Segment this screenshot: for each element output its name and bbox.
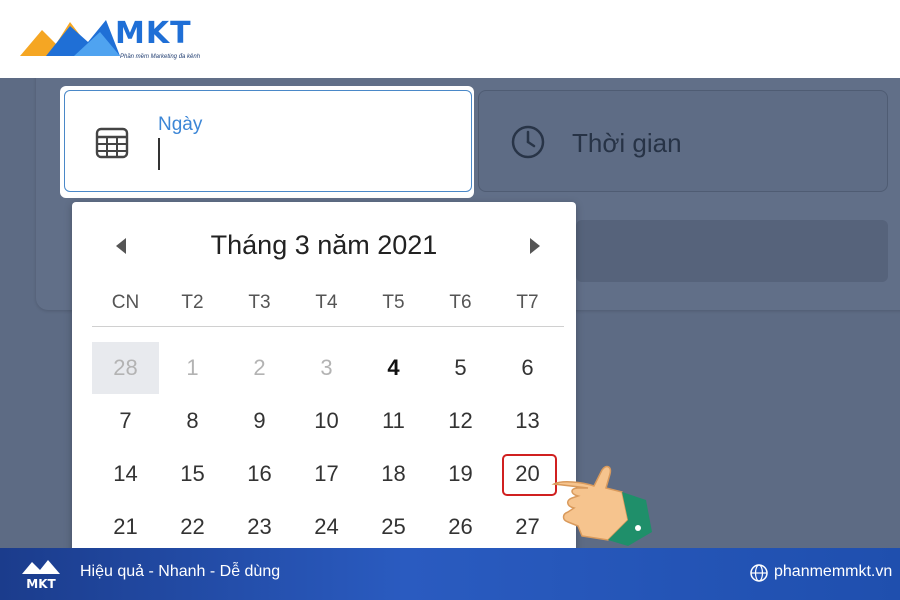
- calendar-day[interactable]: 7: [92, 395, 159, 447]
- logo-text: MKT: [115, 16, 192, 51]
- calendar-day[interactable]: 14: [92, 448, 159, 500]
- calendar-day[interactable]: 17: [293, 448, 360, 500]
- footer-logo-text: MKT: [26, 577, 56, 591]
- calendar-icon: [95, 127, 129, 159]
- calendar-day[interactable]: 25: [360, 501, 427, 553]
- logo-tagline: Phần mềm Marketing đa kênh: [120, 54, 201, 60]
- calendar-day[interactable]: 21: [92, 501, 159, 553]
- calendar-day-today[interactable]: 4: [360, 342, 427, 394]
- globe-icon: [750, 564, 768, 582]
- date-field-label: Ngày: [158, 114, 203, 135]
- next-month-button[interactable]: [524, 234, 544, 258]
- calendar-day[interactable]: 6: [494, 342, 561, 394]
- weekday-header: CN T2 T3 T4 T5 T6 T7: [92, 292, 564, 316]
- calendar-day[interactable]: 12: [427, 395, 494, 447]
- calendar-day[interactable]: 26: [427, 501, 494, 553]
- calendar-divider: [92, 326, 564, 327]
- calendar-day[interactable]: 22: [159, 501, 226, 553]
- secondary-input[interactable]: [576, 220, 888, 282]
- calendar-day[interactable]: 11: [360, 395, 427, 447]
- calendar-day[interactable]: 15: [159, 448, 226, 500]
- calendar-day[interactable]: 19: [427, 448, 494, 500]
- footer-slogan: Hiệu quả - Nhanh - Dễ dùng: [80, 563, 281, 580]
- weekday-label: T7: [516, 292, 539, 313]
- calendar-day[interactable]: 24: [293, 501, 360, 553]
- calendar-day[interactable]: 10: [293, 395, 360, 447]
- time-field-label: Thời gian: [572, 128, 682, 158]
- calendar-day: 28: [92, 342, 159, 394]
- pointing-hand-icon: [551, 465, 652, 546]
- weekday-label: T4: [315, 292, 338, 313]
- date-picker-popup: Tháng 3 năm 2021 CN T2 T3 T4 T5 T6 T7 28…: [72, 202, 576, 562]
- weekday-label: T6: [449, 292, 472, 313]
- text-cursor: [158, 138, 160, 170]
- footer-website-link[interactable]: phanmemmkt.vn: [774, 563, 892, 581]
- calendar-day[interactable]: 18: [360, 448, 427, 500]
- calendar-day: 2: [253, 355, 266, 380]
- calendar-day[interactable]: 13: [494, 395, 561, 447]
- calendar-day[interactable]: 5: [427, 342, 494, 394]
- calendar-day[interactable]: 8: [159, 395, 226, 447]
- weekday-label: T5: [382, 292, 405, 313]
- footer-banner: MKT Hiệu quả - Nhanh - Dễ dùng phanmemmk…: [0, 548, 900, 600]
- weekday-label: T3: [248, 292, 271, 313]
- top-bar: MKT Phần mềm Marketing đa kênh: [0, 0, 900, 78]
- calendar-day[interactable]: 16: [226, 448, 293, 500]
- weekday-label: T2: [181, 292, 204, 313]
- calendar-day[interactable]: 23: [226, 501, 293, 553]
- calendar-day: 1: [186, 355, 199, 380]
- calendar-day[interactable]: 9: [226, 395, 293, 447]
- clock-icon: [511, 125, 545, 159]
- weekday-label: CN: [111, 292, 140, 313]
- calendar-month-title: Tháng 3 năm 2021: [210, 230, 438, 260]
- calendar-day: 3: [320, 355, 333, 380]
- footer-logo-icon: MKT: [22, 560, 60, 591]
